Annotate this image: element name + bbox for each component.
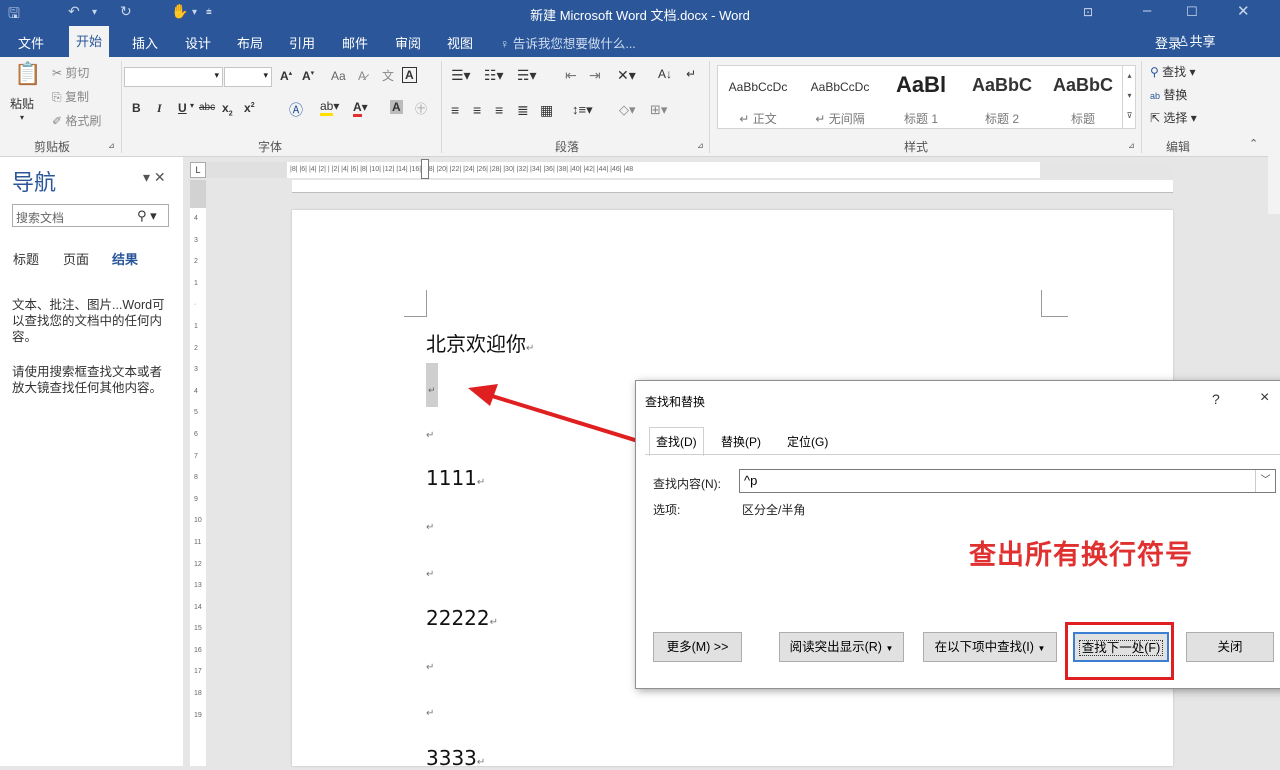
dialog-title: 查找和替换	[645, 395, 706, 409]
find-in-button[interactable]: 在以下项中查找(I) ▼	[923, 632, 1057, 662]
tab-goto[interactable]: 定位(G)	[781, 430, 834, 454]
find-what-value: ^p	[744, 473, 758, 488]
options-label: 选项:	[653, 503, 681, 517]
more-button[interactable]: 更多(M) >>	[653, 632, 742, 662]
find-what-label: 查找内容(N):	[653, 477, 721, 491]
caret-down-icon: ▼	[885, 644, 894, 653]
annotation-text: 查出所有换行符号	[969, 540, 1193, 570]
caret-down-icon: ▼	[1037, 644, 1046, 653]
dialog-close-button[interactable]: ×	[1260, 389, 1269, 407]
tab-replace[interactable]: 替换(P)	[715, 430, 767, 454]
tab-find[interactable]: 查找(D)	[649, 427, 704, 456]
tab-divider	[645, 454, 1280, 455]
help-button[interactable]: ?	[1212, 391, 1220, 407]
reading-highlight-button[interactable]: 阅读突出显示(R) ▼	[779, 632, 904, 662]
reading-highlight-label: 阅读突出显示(R)	[789, 640, 882, 654]
find-what-input[interactable]: ^p ﹀	[739, 469, 1276, 493]
find-in-label: 在以下项中查找(I)	[934, 640, 1034, 654]
close-button[interactable]: 关闭	[1186, 632, 1274, 662]
highlight-box	[1065, 622, 1174, 680]
options-value: 区分全/半角	[742, 503, 806, 517]
chevron-down-icon[interactable]: ﹀	[1255, 470, 1275, 492]
find-replace-dialog: 查找和替换 ? × 查找(D) 替换(P) 定位(G) 查找内容(N): ^p …	[635, 380, 1280, 689]
